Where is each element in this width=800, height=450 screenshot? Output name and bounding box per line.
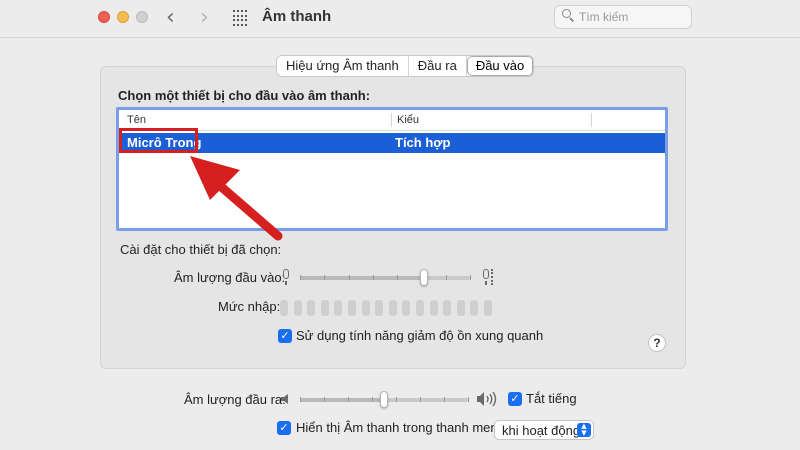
level-cell (307, 300, 316, 316)
level-cell (348, 300, 356, 316)
zoom-window-button[interactable] (136, 11, 148, 23)
level-cell (280, 300, 288, 316)
column-separator (391, 113, 392, 127)
slider-tick (468, 397, 469, 402)
help-icon[interactable]: ? (648, 334, 666, 352)
show-in-menu-checkbox[interactable]: ✓ (277, 421, 291, 435)
speaker-low-icon (281, 394, 288, 404)
slider-tick (444, 397, 445, 402)
minimize-window-button[interactable] (117, 11, 129, 23)
title-bar: ‹ › Âm thanh (0, 0, 800, 38)
output-volume-label: Âm lượng đầu ra: (184, 392, 286, 407)
slider-tick (348, 397, 349, 402)
annotation-arrow-icon (190, 156, 283, 241)
header-divider (119, 130, 665, 131)
tab-input[interactable]: Đầu vào (466, 56, 534, 76)
level-cell (388, 300, 397, 316)
close-window-button[interactable] (98, 11, 110, 23)
level-cell (484, 300, 492, 316)
slider-tick (397, 275, 399, 280)
microphone-low-icon (280, 269, 294, 287)
show-in-menu-label: Hiển thị Âm thanh trong thanh menu (296, 420, 505, 435)
menu-visibility-value: khi hoạt động (502, 423, 581, 438)
grid-icon[interactable] (233, 10, 249, 26)
speaker-high-icon (477, 391, 497, 407)
level-cell (402, 300, 411, 316)
noise-reduction-label: Sử dụng tính năng giảm độ ồn xung quanh (296, 328, 544, 343)
search-field[interactable] (554, 5, 692, 29)
window-title: Âm thanh (262, 8, 332, 25)
slider-tick (324, 397, 325, 402)
back-arrow-icon[interactable]: ‹ (166, 5, 175, 30)
mute-label: Tắt tiếng (526, 391, 577, 406)
search-input[interactable] (579, 8, 687, 26)
slider-tick (348, 275, 350, 280)
level-cell (334, 300, 343, 316)
search-icon (562, 9, 575, 22)
level-cell (456, 300, 465, 316)
input-volume-fill (300, 276, 425, 280)
column-separator (591, 113, 592, 127)
menu-visibility-select[interactable]: khi hoạt động ▲ ▼ (494, 420, 594, 440)
slider-tick (470, 275, 471, 280)
mute-checkbox[interactable]: ✓ (508, 392, 522, 406)
level-cell (293, 300, 302, 316)
microphone-high-icon (480, 269, 494, 287)
slider-tick (300, 397, 301, 402)
input-volume-slider[interactable] (300, 276, 470, 280)
level-cell (320, 300, 329, 316)
forward-arrow-icon[interactable]: › (200, 5, 209, 30)
level-cell (361, 300, 370, 316)
level-cell (429, 300, 438, 316)
level-cell (443, 300, 452, 316)
device-section-heading: Chọn một thiết bị cho đầu vào âm thanh: (118, 88, 371, 103)
input-volume-label: Âm lượng đầu vào: (174, 270, 286, 285)
chevron-updown-icon: ▲ ▼ (577, 423, 591, 437)
tab-sound-effects[interactable]: Hiệu ứng Âm thanh (277, 56, 409, 76)
slider-tick (372, 397, 373, 402)
slider-tick (324, 275, 326, 280)
level-cell (470, 300, 479, 316)
slider-tick (372, 275, 374, 280)
level-cell (375, 300, 384, 316)
input-volume-knob[interactable] (420, 269, 429, 286)
slider-tick (445, 275, 447, 280)
slider-tick (420, 397, 421, 402)
column-header-type[interactable]: Kiểu (397, 112, 419, 130)
device-type: Tích hợp (395, 135, 451, 150)
tab-bar: Hiệu ứng Âm thanh Đầu ra Đầu vào (276, 55, 535, 77)
slider-tick (300, 275, 301, 280)
level-cell (416, 300, 424, 316)
slider-tick (396, 397, 397, 402)
input-level-label: Mức nhập: (218, 299, 281, 314)
tab-output[interactable]: Đầu ra (409, 56, 467, 76)
noise-reduction-checkbox[interactable]: ✓ (278, 329, 292, 343)
output-volume-knob[interactable] (380, 391, 388, 408)
